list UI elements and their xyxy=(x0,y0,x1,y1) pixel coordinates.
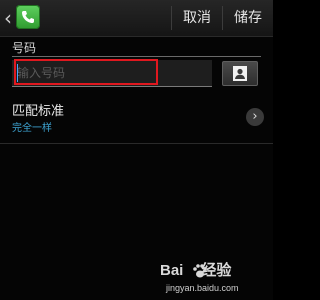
highlight-box xyxy=(14,59,158,85)
phone-icon[interactable] xyxy=(16,5,40,29)
paw-icon xyxy=(193,264,207,278)
section-divider xyxy=(12,56,261,57)
match-criteria-value: 完全一样 xyxy=(12,123,52,134)
chevron-right-icon[interactable]: › xyxy=(246,108,264,126)
back-chevron-icon[interactable]: ‹ xyxy=(4,7,16,29)
action-bar-divider xyxy=(171,6,172,30)
match-criteria-title[interactable]: 匹配标准 xyxy=(12,103,64,121)
action-bar-divider xyxy=(222,6,223,30)
cancel-button[interactable]: 取消 xyxy=(177,8,217,28)
screen: ‹ 取消 储存 号码 匹配标准 完全一样 › Bai经验 xyxy=(0,0,273,300)
phone-field-label: 号码 xyxy=(12,41,37,55)
row-divider xyxy=(0,143,273,144)
watermark-url: jingyan.baidu.com xyxy=(166,283,239,293)
action-bar: ‹ 取消 储存 xyxy=(0,0,273,37)
select-contact-button[interactable] xyxy=(222,61,258,86)
save-button[interactable]: 储存 xyxy=(228,8,268,28)
baidu-jingyan-watermark: Bai 经验 jingyan.baidu.com xyxy=(160,262,270,298)
contact-person-icon xyxy=(233,66,247,81)
